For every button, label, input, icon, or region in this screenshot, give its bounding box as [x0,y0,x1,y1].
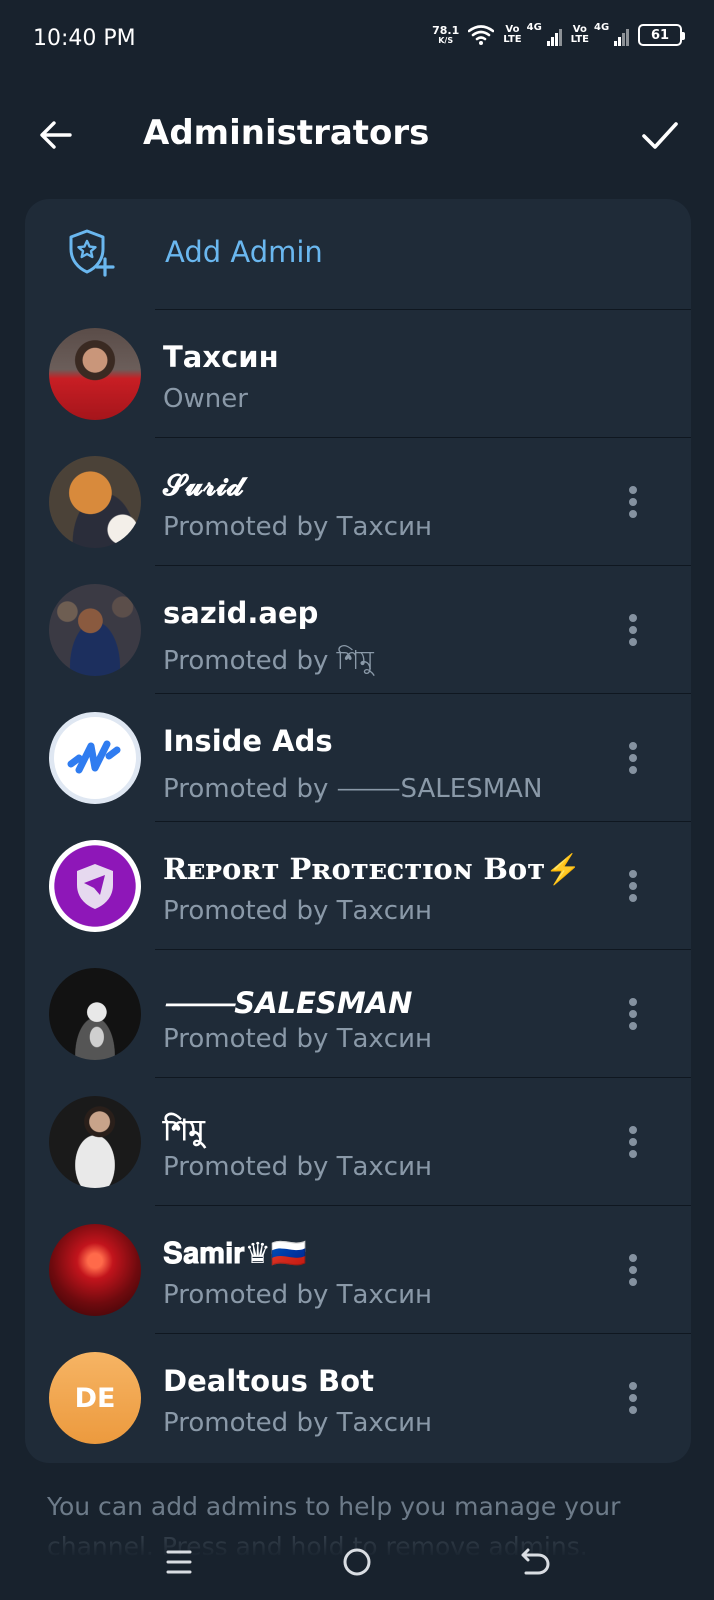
battery-icon: 61 [638,24,685,46]
check-icon [642,122,678,149]
admin-promoted-by: Promoted by ⸻SALESMAN [163,774,543,804]
avatar [49,456,141,548]
app-header: Administrators [0,95,714,177]
volte-indicator-1: Vo LTE [503,25,521,45]
avatar [49,584,141,676]
more-options-button[interactable] [621,992,645,1036]
admin-name: 𝓢𝓾𝓻𝓲𝓭 [163,468,244,502]
back-button[interactable] [36,115,76,155]
home-circle-icon [343,1548,371,1576]
shield-star-plus-icon [69,229,115,277]
admin-row-surid[interactable]: 𝓢𝓾𝓻𝓲𝓭 Promoted by Тахсин [25,438,691,566]
admins-card: Add Admin Тахсин Owner 𝓢𝓾𝓻𝓲𝓭 Promoted by… [25,199,691,1463]
more-options-button[interactable] [621,736,645,780]
avatar [49,328,141,420]
network-speed: 78.1 K/S [432,25,459,45]
admin-promoted-by: Promoted by শিমু [163,646,374,676]
admin-row-shimu[interactable]: শিমু Promoted by Тахсин [25,1078,691,1206]
network-speed-unit: K/S [438,36,454,45]
admin-row-sazid[interactable]: sazid.aep Promoted by শিমু [25,566,691,694]
signal-icon-2: 4G [594,22,629,46]
more-options-button[interactable] [621,1376,645,1420]
admin-promoted-by: Promoted by Тахсин [163,512,432,542]
admin-name: Inside Ads [163,724,333,758]
status-icons: 78.1 K/S Vo LTE 4G Vo LTE 4G 61 [432,22,685,46]
admin-row-samir[interactable]: 𝐒𝐚𝐦𝐢𝐫♛🇷🇺 Promoted by Тахсин [25,1206,691,1334]
admin-row-report-protection-bot[interactable]: Rᴇᴘᴏʀᴛ Pʀᴏᴛᴇᴄᴛɪᴏɴ Bᴏᴛ⚡ Promoted by Тахси… [25,822,691,950]
inside-ads-logo-icon [67,740,121,774]
avatar [49,968,141,1060]
signal-icon-1: 4G [527,22,562,46]
avatar [49,712,141,804]
admin-name: ⸻SALESMAN [163,986,413,1020]
status-time: 10:40 PM [33,26,136,51]
back-return-icon [521,1548,550,1575]
recent-apps-button[interactable] [160,1542,200,1582]
status-bar: 10:40 PM 78.1 K/S Vo LTE 4G Vo LTE 4G 61 [0,0,714,80]
admin-promoted-by: Promoted by Тахсин [163,1024,432,1054]
more-options-button[interactable] [621,480,645,524]
volte-bottom-2: LTE [570,34,589,45]
admin-promoted-by: Promoted by Тахсин [163,1280,432,1310]
admin-row-salesman[interactable]: ⸻SALESMAN Promoted by Тахсин [25,950,691,1078]
admin-name: শিমু [163,1113,205,1147]
network-speed-value: 78.1 [432,24,460,37]
admin-row-taxsin[interactable]: Тахсин Owner [25,310,691,438]
home-button[interactable] [337,1542,377,1582]
avatar-initials: DE [74,1382,116,1414]
admin-row-dealtous-bot[interactable]: DE Dealtous Bot Promoted by Тахсин [25,1334,691,1462]
admin-name: Dealtous Bot [163,1364,374,1398]
arrow-left-icon [40,121,72,149]
avatar [49,1096,141,1188]
admin-name: Rᴇᴘᴏʀᴛ Pʀᴏᴛᴇᴄᴛɪᴏɴ Bᴏᴛ⚡ [163,852,582,886]
add-admin-label: Add Admin [165,235,323,269]
admin-name: sazid.aep [163,596,319,630]
more-options-button[interactable] [621,1120,645,1164]
more-options-button[interactable] [621,608,645,652]
add-admin-button[interactable]: Add Admin [25,199,691,309]
admin-name: 𝐒𝐚𝐦𝐢𝐫♛🇷🇺 [163,1236,307,1270]
admin-role: Owner [163,384,248,414]
confirm-button[interactable] [638,113,682,157]
system-back-button[interactable] [516,1542,556,1582]
admin-promoted-by: Promoted by Тахсин [163,1408,432,1438]
shield-plane-icon [77,864,113,909]
network-gen-1: 4G [526,22,542,33]
avatar [49,840,141,932]
volte-bottom: LTE [503,34,522,45]
avatar: DE [49,1352,141,1444]
battery-level: 61 [650,27,670,43]
volte-indicator-2: Vo LTE [571,25,589,45]
more-options-button[interactable] [621,1248,645,1292]
menu-icon [166,1550,192,1574]
admin-row-inside-ads[interactable]: Inside Ads Promoted by ⸻SALESMAN [25,694,691,822]
admin-promoted-by: Promoted by Тахсин [163,1152,432,1182]
system-nav-bar [0,1530,714,1600]
network-gen-2: 4G [594,22,610,33]
more-options-button[interactable] [621,864,645,908]
wifi-icon [468,25,495,45]
avatar [49,1224,141,1316]
admin-promoted-by: Promoted by Тахсин [163,896,432,926]
page-title: Administrators [143,113,430,153]
admin-name: Тахсин [163,340,279,374]
